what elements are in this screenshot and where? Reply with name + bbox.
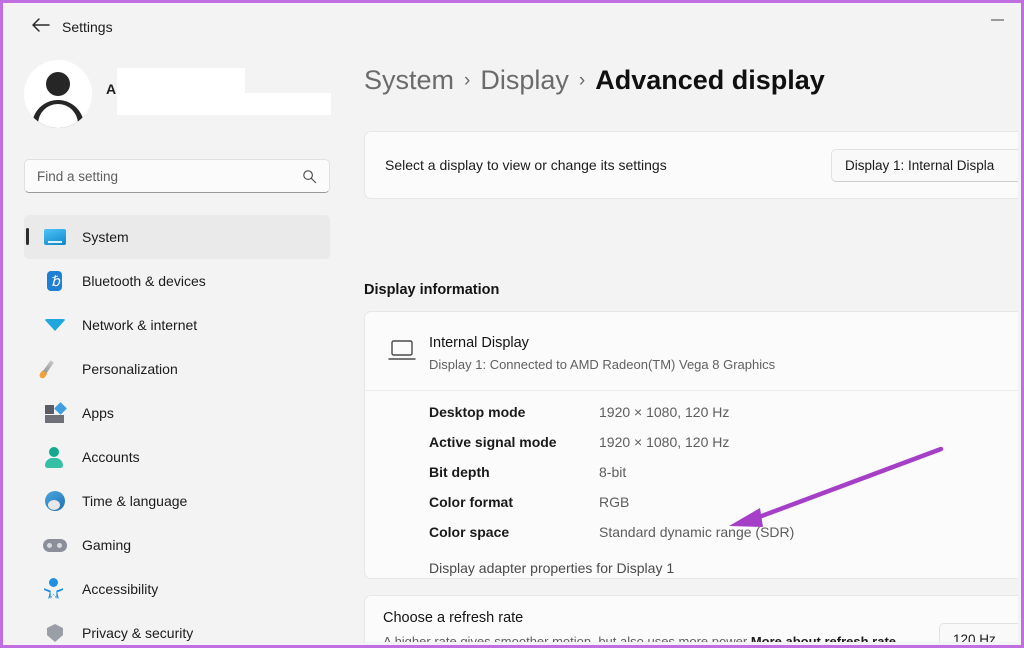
back-arrow-glyph — [32, 18, 50, 32]
select-display-label: Select a display to view or change its s… — [385, 157, 667, 173]
sidebar: A System Bluetooth & devices — [6, 47, 346, 642]
window-title-bar: Settings — [6, 3, 1018, 47]
sidebar-item-bluetooth-devices[interactable]: Bluetooth & devices — [24, 259, 330, 303]
person-icon — [40, 446, 70, 468]
spec-value: RGB — [599, 494, 630, 510]
sidebar-item-network-internet[interactable]: Network & internet — [24, 303, 330, 347]
display-spec-list: Desktop mode 1920 × 1080, 120 Hz Active … — [429, 404, 1018, 554]
app-title: Settings — [62, 19, 113, 35]
refresh-rate-description-text: A higher rate gives smoother motion, but… — [383, 634, 748, 642]
refresh-rate-title: Choose a refresh rate — [383, 610, 524, 626]
search-input[interactable] — [37, 160, 287, 192]
game-controller-icon — [40, 534, 70, 556]
card-divider — [365, 390, 1018, 391]
breadcrumb-system[interactable]: System — [364, 65, 454, 95]
spec-row: Desktop mode 1920 × 1080, 120 Hz — [429, 404, 1018, 434]
spec-value: Standard dynamic range (SDR) — [599, 524, 795, 540]
bluetooth-icon — [40, 270, 70, 292]
breadcrumb: System › Display › Advanced display — [364, 65, 825, 96]
sidebar-item-gaming[interactable]: Gaming — [24, 523, 330, 567]
spec-key: Bit depth — [429, 464, 490, 480]
minimize-button[interactable] — [981, 8, 1015, 32]
more-about-refresh-rate-link[interactable]: More about refresh rate — [751, 634, 896, 642]
display-adapter-properties-link[interactable]: Display adapter properties for Display 1 — [429, 560, 674, 576]
spec-row: Color format RGB — [429, 494, 1018, 524]
spec-key: Color space — [429, 524, 510, 540]
sidebar-item-label: Accounts — [82, 449, 140, 465]
monitor-icon — [40, 226, 70, 248]
account-email-redaction — [117, 93, 331, 115]
spec-value: 1920 × 1080, 120 Hz — [599, 404, 730, 420]
sidebar-item-label: System — [82, 229, 129, 245]
avatar — [24, 60, 92, 128]
monitor-outline-icon — [388, 340, 416, 360]
clock-globe-icon — [40, 490, 70, 512]
refresh-rate-description: A higher rate gives smoother motion, but… — [383, 632, 943, 642]
sidebar-item-label: Privacy & security — [82, 625, 194, 641]
sidebar-item-label: Personalization — [82, 361, 178, 377]
spec-value: 8-bit — [599, 464, 627, 480]
wifi-icon — [40, 314, 70, 336]
refresh-rate-dropdown[interactable]: 120 Hz — [939, 623, 1018, 642]
spec-value: 1920 × 1080, 120 Hz — [599, 434, 730, 450]
shield-icon — [40, 622, 70, 642]
sidebar-item-label: Accessibility — [82, 581, 159, 597]
page-title: Advanced display — [595, 65, 825, 95]
paintbrush-icon — [40, 358, 70, 380]
search-icon — [303, 170, 317, 184]
display-information-card: Internal Display Display 1: Connected to… — [364, 311, 1018, 579]
spec-row: Bit depth 8-bit — [429, 464, 1018, 494]
refresh-rate-card: Choose a refresh rate A higher rate give… — [364, 595, 1018, 642]
sidebar-item-privacy-security[interactable]: Privacy & security — [24, 611, 330, 642]
select-display-card: Select a display to view or change its s… — [364, 131, 1018, 199]
sidebar-item-label: Time & language — [82, 493, 188, 509]
display-name: Internal Display — [429, 335, 529, 351]
sidebar-item-label: Apps — [82, 405, 114, 421]
settings-window: Settings A Find a setting System ␢ Bluet… — [0, 0, 1024, 648]
display-select-dropdown[interactable]: Display 1: Internal Displa — [831, 149, 1018, 182]
sidebar-item-apps[interactable]: Apps — [24, 391, 330, 435]
sidebar-item-label: Bluetooth & devices — [82, 273, 206, 289]
spec-row: Color space Standard dynamic range (SDR) — [429, 524, 1018, 554]
display-subtitle: Display 1: Connected to AMD Radeon(TM) V… — [429, 357, 776, 372]
accessibility-person-icon — [40, 578, 70, 600]
sidebar-item-personalization[interactable]: Personalization — [24, 347, 330, 391]
sidebar-item-accessibility[interactable]: Accessibility — [24, 567, 330, 611]
sidebar-item-accounts[interactable]: Accounts — [24, 435, 330, 479]
apps-grid-icon — [40, 402, 70, 424]
avatar-head — [46, 72, 70, 96]
sidebar-item-label: Network & internet — [82, 317, 198, 333]
sidebar-item-time-language[interactable]: Time & language — [24, 479, 330, 523]
spec-key: Color format — [429, 494, 513, 510]
sidebar-item-system[interactable]: System — [24, 215, 330, 259]
account-name-initial: A — [106, 81, 117, 97]
spec-key: Desktop mode — [429, 404, 526, 420]
breadcrumb-separator: › — [578, 70, 586, 91]
account-name-redaction — [117, 68, 245, 93]
spec-row: Active signal mode 1920 × 1080, 120 Hz — [429, 434, 1018, 464]
sidebar-nav-list: System Bluetooth & devices Network & int… — [6, 215, 346, 642]
refresh-rate-value: 120 Hz — [953, 632, 996, 642]
search-box[interactable] — [24, 159, 330, 193]
main-content: System › Display › Advanced display Select a… — [346, 47, 1018, 642]
spec-key: Active signal mode — [429, 434, 557, 450]
account-header[interactable]: A — [24, 60, 331, 132]
sidebar-item-label: Gaming — [82, 537, 132, 553]
breadcrumb-separator: › — [464, 70, 471, 91]
display-information-heading: Display information — [364, 282, 500, 298]
breadcrumb-display[interactable]: Display — [480, 65, 569, 95]
display-select-value: Display 1: Internal Displa — [845, 158, 995, 173]
back-arrow-icon[interactable] — [30, 17, 52, 37]
